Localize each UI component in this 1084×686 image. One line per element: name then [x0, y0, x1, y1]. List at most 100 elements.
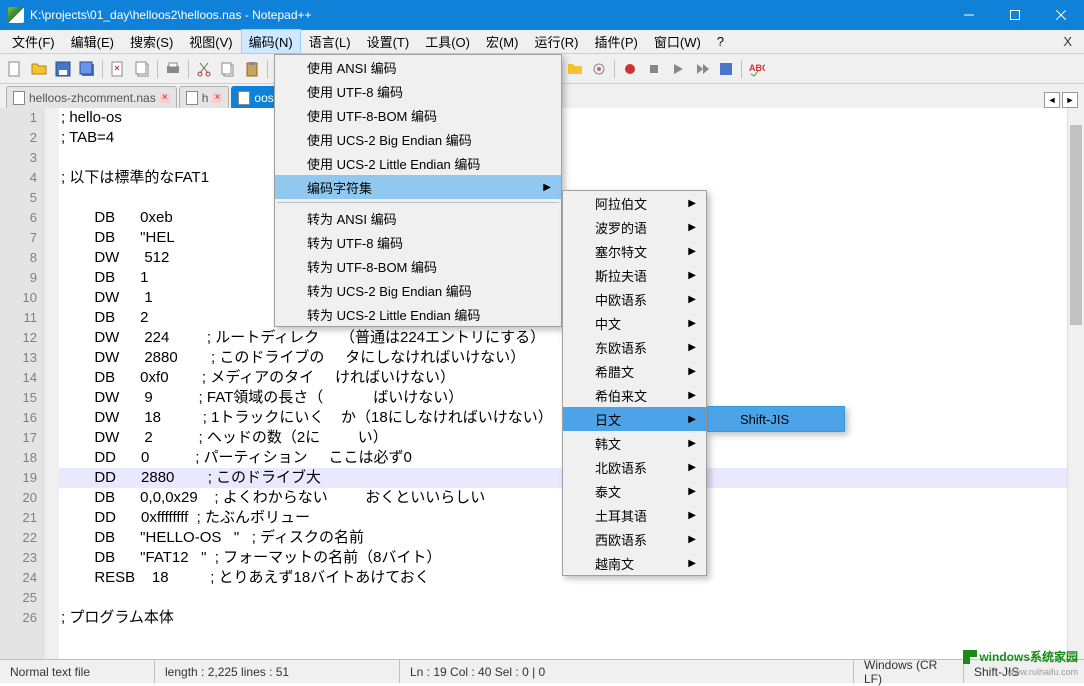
code-line[interactable]: ; TAB=4	[59, 128, 1084, 148]
save-icon[interactable]	[52, 58, 74, 80]
menu-option[interactable]: 使用 ANSI 编码	[275, 55, 561, 79]
window-controls	[946, 0, 1084, 30]
window-title: K:\projects\01_day\helloos2\helloos.nas …	[30, 8, 946, 22]
menu-option[interactable]: 中文▶	[563, 311, 706, 335]
menu-option[interactable]: 波罗的语▶	[563, 215, 706, 239]
menu-option[interactable]: 泰文▶	[563, 479, 706, 503]
menu-option[interactable]: 使用 UCS-2 Big Endian 编码	[275, 127, 561, 151]
tab-label: helloos-zhcomment.nas	[29, 91, 156, 105]
menu-item-11[interactable]: 窗口(W)	[646, 29, 709, 54]
menu-option[interactable]: 中欧语系▶	[563, 287, 706, 311]
save-all-icon[interactable]	[76, 58, 98, 80]
menu-option[interactable]: 转为 ANSI 编码	[275, 206, 561, 230]
menu-option[interactable]: 韩文▶	[563, 431, 706, 455]
watermark-flag-icon	[963, 650, 977, 664]
menu-option[interactable]: 使用 UTF-8 编码	[275, 79, 561, 103]
japanese-submenu[interactable]: Shift-JIS	[707, 406, 845, 432]
menu-option[interactable]: 编码字符集▶	[275, 175, 561, 199]
charset-submenu[interactable]: 阿拉伯文▶波罗的语▶塞尔特文▶斯拉夫语▶中欧语系▶中文▶东欧语系▶希腊文▶希伯来…	[562, 190, 707, 576]
submenu-arrow-icon: ▶	[688, 366, 696, 377]
watermark-url: www.ruihaifu.com	[1007, 667, 1078, 677]
tab-0[interactable]: helloos-zhcomment.nas ×	[6, 86, 177, 108]
menubar: 文件(F)编辑(E)搜索(S)视图(V)编码(N)语言(L)设置(T)工具(O)…	[0, 30, 1084, 54]
menu-option[interactable]: 希伯来文▶	[563, 383, 706, 407]
menu-option[interactable]: 使用 UTF-8-BOM 编码	[275, 103, 561, 127]
folder-icon[interactable]	[564, 58, 586, 80]
run-multi-icon[interactable]	[691, 58, 713, 80]
menu-item-12[interactable]: ?	[709, 31, 732, 52]
menu-item-2[interactable]: 搜索(S)	[122, 29, 181, 54]
menu-item-9[interactable]: 运行(R)	[526, 29, 586, 54]
encoding-menu[interactable]: 使用 ANSI 编码使用 UTF-8 编码使用 UTF-8-BOM 编码使用 U…	[274, 54, 562, 327]
submenu-arrow-icon: ▶	[688, 462, 696, 473]
menu-item-8[interactable]: 宏(M)	[478, 29, 527, 54]
menu-option[interactable]: 斯拉夫语▶	[563, 263, 706, 287]
tab-next-button[interactable]: ►	[1062, 92, 1078, 108]
submenu-arrow-icon: ▶	[688, 510, 696, 521]
menu-option[interactable]: 使用 UCS-2 Little Endian 编码	[275, 151, 561, 175]
menu-option[interactable]: 东欧语系▶	[563, 335, 706, 359]
copy-icon[interactable]	[217, 58, 239, 80]
statusbar: Normal text file length : 2,225 lines : …	[0, 659, 1084, 683]
code-line[interactable]: ; プログラム本体	[59, 608, 1084, 628]
menu-option[interactable]: 土耳其语▶	[563, 503, 706, 527]
play-macro-icon[interactable]	[667, 58, 689, 80]
menu-item-1[interactable]: 编辑(E)	[63, 29, 122, 54]
tab-1[interactable]: h×	[179, 86, 230, 108]
menu-option[interactable]: 转为 UCS-2 Little Endian 编码	[275, 302, 561, 326]
paste-icon[interactable]	[241, 58, 263, 80]
close-all-icon[interactable]	[131, 58, 153, 80]
menu-option[interactable]: 转为 UCS-2 Big Endian 编码	[275, 278, 561, 302]
submenu-arrow-icon: ▶	[688, 438, 696, 449]
close-file-icon[interactable]	[107, 58, 129, 80]
menu-option[interactable]: 越南文▶	[563, 551, 706, 575]
code-line[interactable]	[59, 588, 1084, 608]
open-file-icon[interactable]	[28, 58, 50, 80]
watermark-text: windows系统家园	[979, 648, 1078, 665]
menu-option[interactable]: Shift-JIS	[708, 407, 844, 431]
scrollbar-thumb[interactable]	[1070, 125, 1082, 325]
close-button[interactable]	[1038, 0, 1084, 30]
menu-option[interactable]: 阿拉伯文▶	[563, 191, 706, 215]
menu-item-6[interactable]: 设置(T)	[359, 29, 418, 54]
cut-icon[interactable]	[193, 58, 215, 80]
spellcheck-icon[interactable]: ABC	[746, 58, 768, 80]
mdi-close-icon[interactable]: X	[1055, 34, 1080, 49]
new-file-icon[interactable]	[4, 58, 26, 80]
submenu-arrow-icon: ▶	[688, 270, 696, 281]
status-filetype: Normal text file	[0, 660, 155, 683]
menu-option[interactable]: 西欧语系▶	[563, 527, 706, 551]
menu-item-0[interactable]: 文件(F)	[4, 29, 63, 54]
stop-macro-icon[interactable]	[643, 58, 665, 80]
tab-label: h	[202, 91, 209, 105]
menu-option[interactable]: 希腊文▶	[563, 359, 706, 383]
status-position: Ln : 19 Col : 40 Sel : 0 | 0	[400, 660, 854, 683]
menu-item-10[interactable]: 插件(P)	[587, 29, 646, 54]
tab-prev-button[interactable]: ◄	[1044, 92, 1060, 108]
menu-item-4[interactable]: 编码(N)	[241, 29, 301, 54]
monitor-icon[interactable]	[588, 58, 610, 80]
record-macro-icon[interactable]	[619, 58, 641, 80]
code-line[interactable]	[59, 148, 1084, 168]
status-length: length : 2,225 lines : 51	[155, 660, 400, 683]
print-icon[interactable]	[162, 58, 184, 80]
watermark: windows系统家园 www.ruihaifu.com	[963, 648, 1078, 665]
menu-option[interactable]: 日文▶	[563, 407, 706, 431]
menu-option[interactable]: 转为 UTF-8-BOM 编码	[275, 254, 561, 278]
code-line[interactable]: ; hello-os	[59, 108, 1084, 128]
code-line[interactable]: ; 以下は標準的なFAT1	[59, 168, 1084, 188]
tab-close-icon[interactable]: ×	[160, 93, 170, 103]
toolbar-separator	[188, 60, 189, 78]
menu-option[interactable]: 转为 UTF-8 编码	[275, 230, 561, 254]
menu-item-7[interactable]: 工具(O)	[417, 29, 478, 54]
maximize-button[interactable]	[992, 0, 1038, 30]
menu-option[interactable]: 塞尔特文▶	[563, 239, 706, 263]
menu-item-5[interactable]: 语言(L)	[301, 29, 359, 54]
tab-close-icon[interactable]: ×	[212, 93, 222, 103]
app-icon	[8, 7, 24, 23]
minimize-button[interactable]	[946, 0, 992, 30]
save-macro-icon[interactable]	[715, 58, 737, 80]
vertical-scrollbar[interactable]	[1067, 108, 1084, 676]
menu-item-3[interactable]: 视图(V)	[181, 29, 240, 54]
menu-option[interactable]: 北欧语系▶	[563, 455, 706, 479]
